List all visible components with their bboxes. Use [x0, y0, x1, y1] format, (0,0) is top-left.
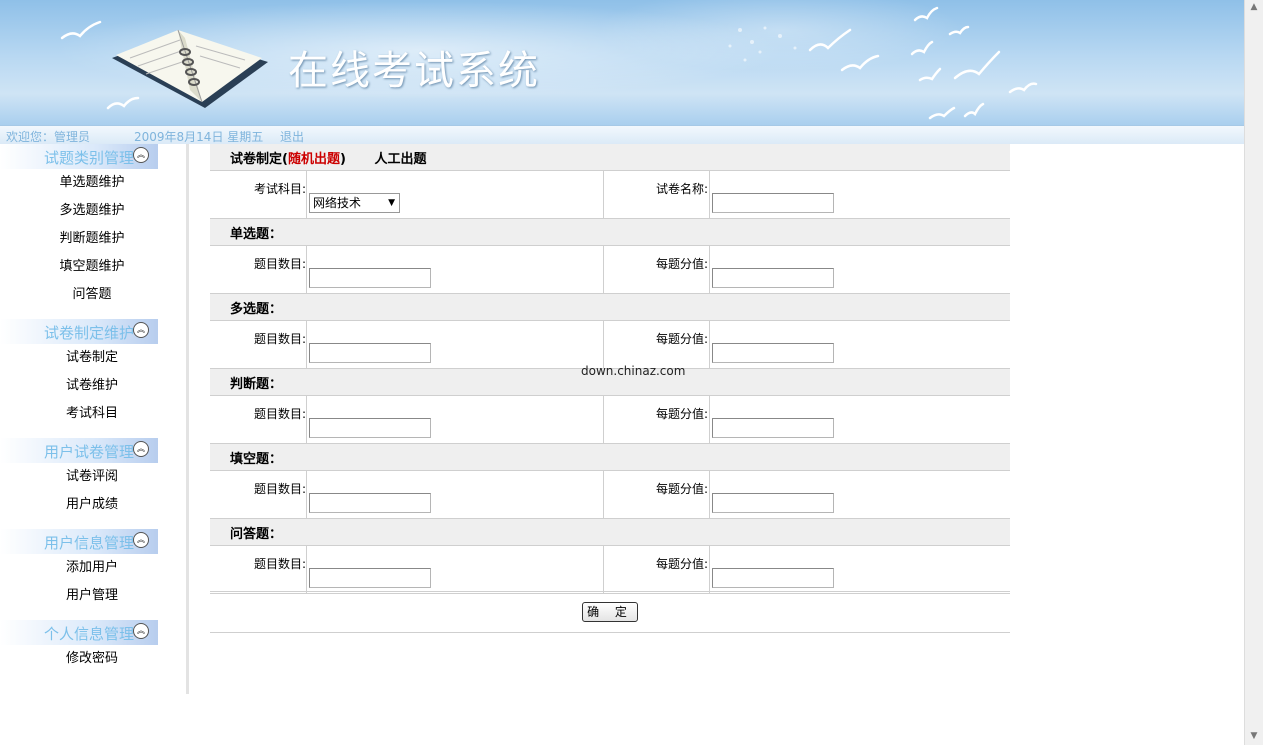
mode-suffix: )	[339, 151, 346, 167]
book-icon	[112, 29, 268, 108]
speckle-pattern	[728, 26, 797, 62]
sidebar-item-true-false[interactable]: 判断题维护	[0, 225, 184, 253]
score-label: 每题分值:	[603, 545, 710, 594]
status-bar: 欢迎您：管理员 2009年8月14日 星期五 退出	[0, 125, 1244, 144]
paper-name-input[interactable]	[712, 193, 834, 213]
judge-count-input[interactable]	[309, 418, 431, 438]
count-label: 题目数目:	[210, 470, 307, 519]
submit-row: 确 定	[210, 594, 1010, 633]
single-count-input[interactable]	[309, 268, 431, 288]
collapse-up-icon[interactable]: ︽	[133, 147, 149, 163]
group-title: 用户试卷管理	[44, 443, 135, 461]
app-title: 在线考试系统	[288, 48, 540, 94]
sidebar: 试题类别管理 ︽ 单选题维护 多选题维护 判断题维护 填空题维护 问答题 试卷制…	[0, 144, 189, 694]
current-date: 2009年8月14日 星期五	[134, 130, 264, 144]
sidebar-item-add-user[interactable]: 添加用户	[0, 554, 184, 582]
sidebar-item-maintain-paper[interactable]: 试卷维护	[0, 372, 184, 400]
collapse-up-icon[interactable]: ︽	[133, 532, 149, 548]
manual-mode-link[interactable]: 人工出题	[374, 152, 426, 167]
collapse-up-icon[interactable]: ︽	[133, 322, 149, 338]
mode-prefix: 试卷制定(	[230, 151, 288, 167]
essay-row: 题目数目: 每题分值:	[210, 545, 1010, 594]
count-label: 题目数目:	[210, 245, 307, 294]
dropdown-arrow-icon: ▼	[388, 198, 395, 208]
subject-selected: 网络技术	[313, 196, 362, 210]
scroll-down-icon[interactable]: ▼	[1248, 731, 1260, 743]
sidebar-item-multi-choice[interactable]: 多选题维护	[0, 197, 184, 225]
vertical-scrollbar[interactable]: ▲ ▼	[1244, 0, 1263, 745]
score-label: 每题分值:	[603, 245, 710, 294]
score-label: 每题分值:	[603, 395, 710, 444]
multi-choice-row: 题目数目: 每题分值:	[210, 320, 1010, 369]
group-title: 用户信息管理	[44, 534, 135, 552]
paper-form: 试卷制定(随机出题) 人工出题 考试科目: 网络技术 ▼ 试卷名称: 单选题： 题…	[210, 144, 1010, 633]
sidebar-item-change-password[interactable]: 修改密码	[0, 645, 184, 673]
form-header-row: 试卷制定(随机出题) 人工出题	[210, 144, 1010, 171]
sidebar-item-exam-subjects[interactable]: 考试科目	[0, 400, 184, 428]
section-title-fill: 填空题：	[210, 443, 1010, 471]
group-title: 个人信息管理	[44, 625, 135, 643]
judge-score-input[interactable]	[712, 418, 834, 438]
scroll-up-icon[interactable]: ▲	[1248, 2, 1260, 14]
section-title-essay: 问答题：	[210, 518, 1010, 546]
score-label: 每题分值:	[603, 320, 710, 369]
sidebar-group-personal-info[interactable]: 个人信息管理 ︽	[0, 620, 158, 645]
count-label: 题目数目:	[210, 395, 307, 444]
sidebar-item-create-paper[interactable]: 试卷制定	[0, 344, 184, 372]
fill-score-input[interactable]	[712, 493, 834, 513]
divider	[210, 591, 1010, 592]
sidebar-group-user-papers[interactable]: 用户试卷管理 ︽	[0, 438, 158, 463]
count-label: 题目数目:	[210, 545, 307, 594]
collapse-up-icon[interactable]: ︽	[133, 623, 149, 639]
banner-illustration	[60, 6, 1038, 120]
sidebar-item-essay[interactable]: 问答题	[0, 281, 184, 309]
section-title-single: 单选题：	[210, 218, 1010, 246]
multi-score-input[interactable]	[712, 343, 834, 363]
welcome-text: 欢迎您：管理员	[6, 130, 91, 144]
subject-label: 考试科目:	[210, 170, 307, 219]
sidebar-item-user-scores[interactable]: 用户成绩	[0, 491, 184, 519]
sidebar-item-review-papers[interactable]: 试卷评阅	[0, 463, 184, 491]
subject-row: 考试科目: 网络技术 ▼ 试卷名称:	[210, 170, 1010, 219]
multi-count-input[interactable]	[309, 343, 431, 363]
sidebar-item-fill-blank[interactable]: 填空题维护	[0, 253, 184, 281]
subject-select[interactable]: 网络技术 ▼	[309, 193, 400, 213]
fill-blank-row: 题目数目: 每题分值:	[210, 470, 1010, 519]
sidebar-group-paper-maintenance[interactable]: 试卷制定维护 ︽	[0, 319, 158, 344]
group-title: 试题类别管理	[44, 149, 135, 167]
single-choice-row: 题目数目: 每题分值:	[210, 245, 1010, 294]
single-score-input[interactable]	[712, 268, 834, 288]
sidebar-item-single-choice[interactable]: 单选题维护	[0, 169, 184, 197]
group-title: 试卷制定维护	[44, 324, 135, 342]
paper-name-label: 试卷名称:	[603, 170, 710, 219]
essay-score-input[interactable]	[712, 568, 834, 588]
confirm-button[interactable]: 确 定	[582, 602, 638, 622]
watermark-text: down.chinaz.com	[581, 364, 686, 378]
header-banner: 在线考试系统	[0, 0, 1244, 125]
score-label: 每题分值:	[603, 470, 710, 519]
sidebar-group-question-types[interactable]: 试题类别管理 ︽	[0, 144, 158, 169]
collapse-up-icon[interactable]: ︽	[133, 441, 149, 457]
section-title-multi: 多选题：	[210, 293, 1010, 321]
true-false-row: 题目数目: 每题分值:	[210, 395, 1010, 444]
random-mode-link[interactable]: 随机出题	[288, 152, 340, 167]
fill-count-input[interactable]	[309, 493, 431, 513]
essay-count-input[interactable]	[309, 568, 431, 588]
sidebar-group-user-info[interactable]: 用户信息管理 ︽	[0, 529, 158, 554]
logout-link[interactable]: 退出	[280, 128, 304, 145]
count-label: 题目数目:	[210, 320, 307, 369]
sidebar-item-manage-users[interactable]: 用户管理	[0, 582, 184, 610]
